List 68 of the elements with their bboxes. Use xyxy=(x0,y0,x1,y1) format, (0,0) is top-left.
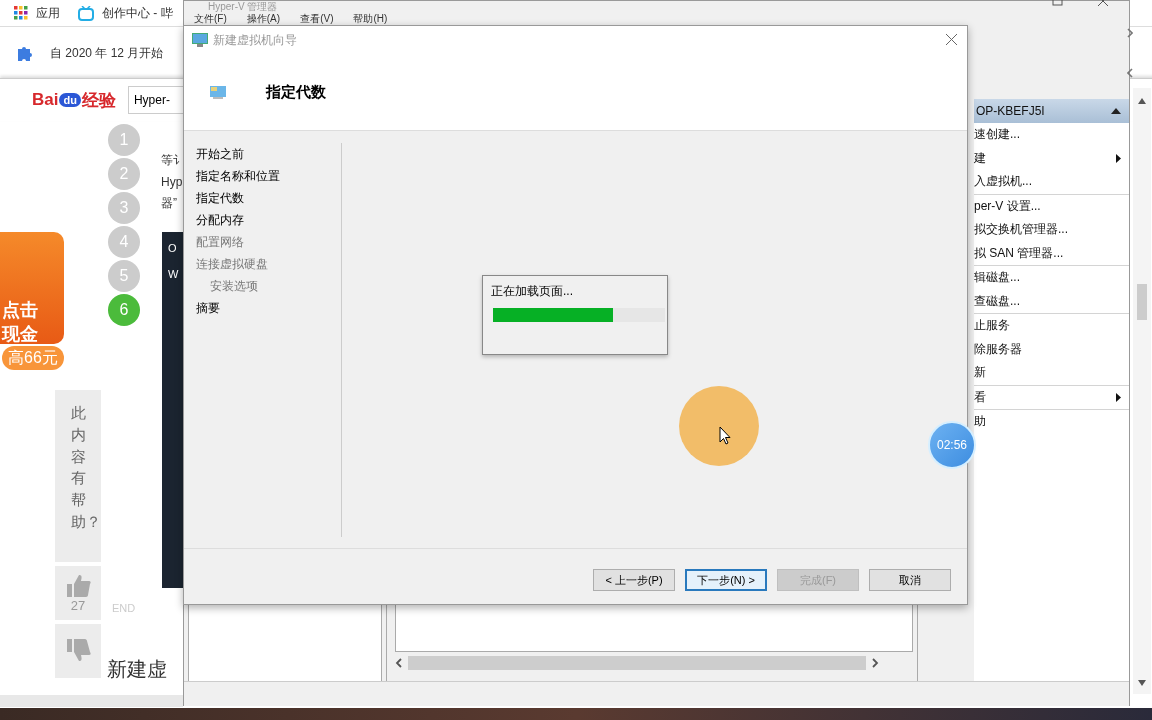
scroll-down-icon[interactable] xyxy=(1138,680,1146,686)
chevron-left-icon[interactable] xyxy=(1127,68,1133,78)
scroll-right-icon[interactable] xyxy=(872,658,879,668)
thumbs-up-icon xyxy=(65,573,91,598)
collapse-triangle-icon[interactable] xyxy=(1111,108,1121,114)
action-item[interactable]: 入虚拟机... xyxy=(974,170,1129,194)
wizard-step[interactable]: 摘要 xyxy=(196,297,341,319)
ad-text: 点击 xyxy=(2,299,38,322)
menu-item[interactable]: 查看(V) xyxy=(300,13,334,25)
bookmark[interactable]: 创作中心 - 哔 xyxy=(78,4,173,22)
action-item[interactable]: per-V 设置... xyxy=(974,194,1129,218)
close-icon[interactable] xyxy=(946,34,957,45)
maximize-icon[interactable] xyxy=(1052,0,1063,6)
dialog-title: 新建虚拟机向导 xyxy=(213,31,297,49)
loading-text: 正在加载页面... xyxy=(491,283,573,300)
ad-text: 高66元 xyxy=(2,346,64,370)
site-logo[interactable]: Bai du 经验 xyxy=(32,88,116,112)
action-item[interactable]: 拟 SAN 管理器... xyxy=(974,241,1129,265)
wizard-button[interactable]: 下一步(N) > xyxy=(685,569,767,591)
page-heading: 指定代数 xyxy=(266,82,326,102)
wizard-button[interactable]: < 上一步(P) xyxy=(593,569,675,591)
scroll-left-icon[interactable] xyxy=(395,658,402,668)
action-item[interactable]: 建 xyxy=(974,146,1129,170)
scrollbar-thumb[interactable] xyxy=(408,656,866,670)
computer-icon xyxy=(192,33,208,47)
article-heading: 新建虚 xyxy=(107,657,167,682)
menu-letter: O xyxy=(168,242,178,254)
action-item[interactable]: 看 xyxy=(974,385,1129,409)
scrollbar-thumb[interactable] xyxy=(1137,284,1147,320)
wizard-step[interactable]: 开始之前 xyxy=(196,143,341,165)
action-item[interactable]: 助 xyxy=(974,410,1129,434)
action-item[interactable]: 新 xyxy=(974,361,1129,385)
feedback-question: 此内容有帮助？ xyxy=(55,390,101,562)
submenu-arrow-icon xyxy=(1116,153,1121,163)
actions-header[interactable]: OP-KBEFJ5I xyxy=(974,99,1129,123)
action-item[interactable]: 止服务 xyxy=(974,314,1129,338)
computer-icon xyxy=(210,85,226,99)
notice-text: 自 2020 年 12 月开始 xyxy=(50,44,164,62)
action-item[interactable]: 辑磁盘... xyxy=(974,266,1129,290)
horizontal-scrollbar[interactable] xyxy=(0,695,183,707)
bookmark[interactable]: 应用 xyxy=(14,4,60,22)
apps-grid-icon xyxy=(14,6,28,20)
close-icon[interactable] xyxy=(1097,0,1109,7)
wizard-step[interactable]: 分配内存 xyxy=(196,209,341,231)
action-item[interactable]: 拟交换机管理器... xyxy=(974,218,1129,242)
cursor-icon xyxy=(719,426,731,445)
submenu-arrow-icon xyxy=(1116,392,1121,402)
chevron-right-icon[interactable] xyxy=(1127,28,1133,38)
action-item[interactable]: 速创建... xyxy=(974,123,1129,147)
menu-item[interactable]: 操作(A) xyxy=(246,13,281,25)
action-item[interactable]: 查磁盘... xyxy=(974,289,1129,313)
menu-letter: W xyxy=(168,268,180,280)
menu-item[interactable]: 文件(F) xyxy=(194,13,227,25)
ad-text: 现金 xyxy=(2,323,38,346)
window-title: Hyper-V 管理器 xyxy=(208,1,278,12)
menu-item[interactable]: 帮助(H) xyxy=(353,13,388,25)
thumbs-down-icon xyxy=(65,637,91,662)
article-text: 器” xyxy=(161,195,178,212)
article-text: Hyp xyxy=(161,175,184,189)
step-number: 6 xyxy=(108,294,140,326)
action-item[interactable]: 除服务器 xyxy=(974,337,1129,361)
scroll-up-icon[interactable] xyxy=(1138,98,1146,104)
article-text: 等讠 xyxy=(161,152,185,169)
wizard-step[interactable]: 指定名称和位置 xyxy=(196,165,341,187)
puzzle-icon xyxy=(16,44,34,62)
wizard-button[interactable]: 取消 xyxy=(869,569,951,591)
tv-icon xyxy=(78,5,94,21)
wizard-step[interactable]: 指定代数 xyxy=(196,187,341,209)
